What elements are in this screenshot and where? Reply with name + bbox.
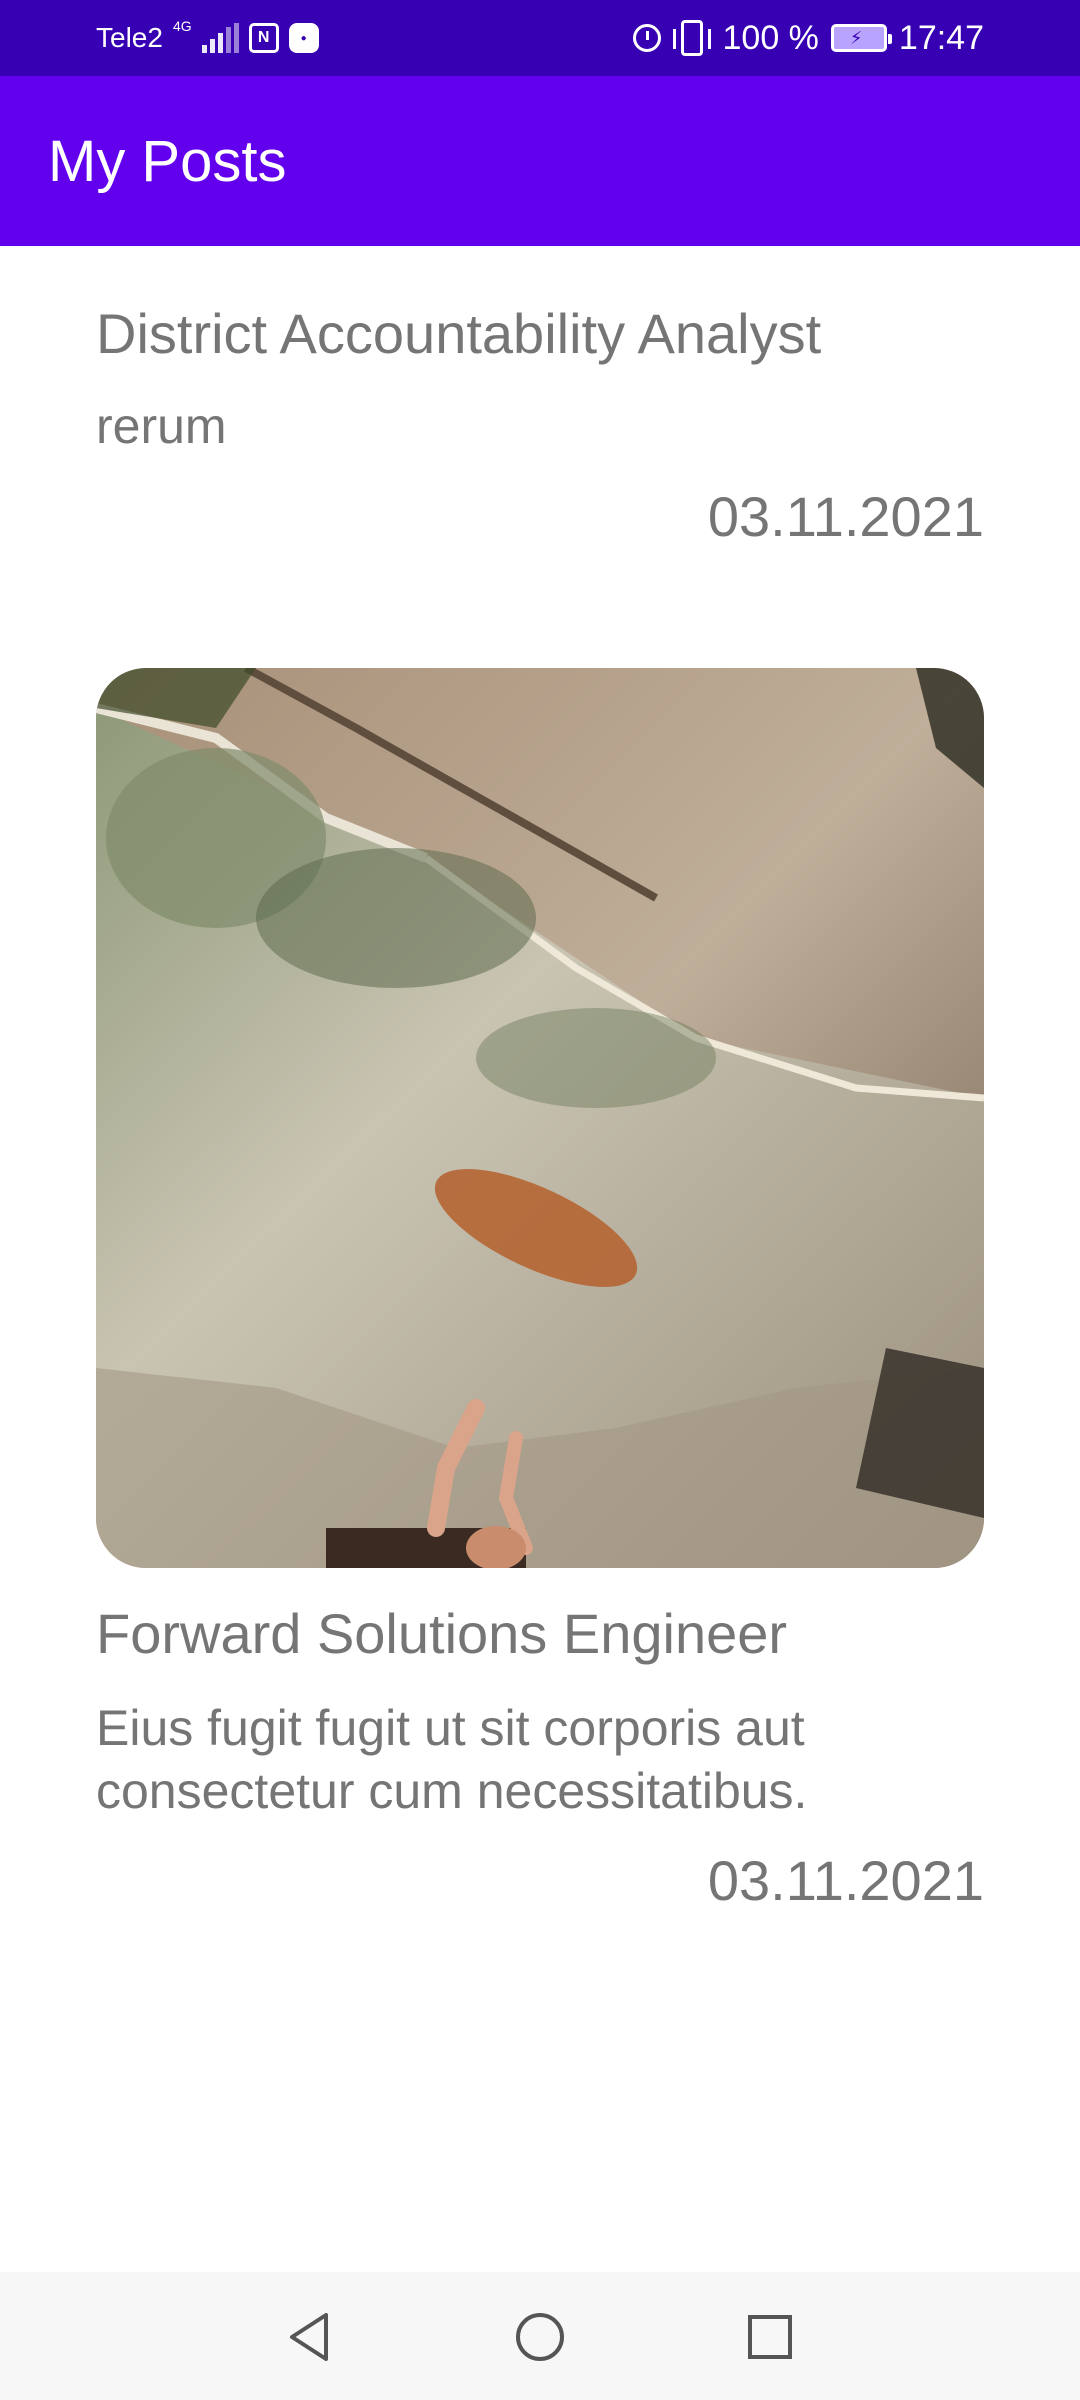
battery-icon: ⚡: [830, 24, 892, 52]
back-triangle-icon[interactable]: [275, 2302, 345, 2372]
network-type: 4G: [172, 18, 192, 34]
post-item[interactable]: District Accountability Analyst rerum 03…: [96, 300, 984, 549]
signal-icon: [201, 23, 239, 53]
post-body: rerum: [96, 398, 227, 455]
status-right: 100 % ⚡ 17:47: [632, 0, 984, 76]
app-notification-icon: ●: [288, 23, 319, 53]
post-date: 03.11.2021: [707, 484, 984, 548]
post-date: 03.11.2021: [707, 1849, 984, 1913]
battery-percent: 100 %: [722, 18, 819, 57]
app-bar: My Posts: [0, 76, 1080, 246]
page-title: My Posts: [48, 129, 287, 194]
post-title: Forward Solutions Engineer: [96, 1602, 788, 1665]
system-nav-bar: [0, 2272, 1080, 2400]
alarm-icon: [632, 24, 661, 52]
post-title: District Accountability Analyst: [96, 302, 822, 365]
post-body: Eius fugit fugit ut sit corporis aut con…: [96, 1700, 808, 1819]
recents-square-icon[interactable]: [735, 2302, 805, 2372]
nfc-icon: N: [248, 23, 279, 53]
carrier-name: Tele2: [96, 22, 163, 53]
post-item[interactable]: Forward Solutions Engineer Eius fugit fu…: [96, 1600, 984, 1913]
status-bar: Tele2 4G N ● 100 % ⚡ 17:47: [0, 0, 1080, 76]
status-left: Tele2 4G N ●: [96, 0, 319, 76]
rock-climbing-photo: [96, 668, 984, 1568]
home-circle-icon[interactable]: [505, 2302, 575, 2372]
post-image[interactable]: [96, 668, 984, 1568]
vibrate-icon: [672, 20, 711, 56]
clock: 17:47: [898, 18, 984, 57]
